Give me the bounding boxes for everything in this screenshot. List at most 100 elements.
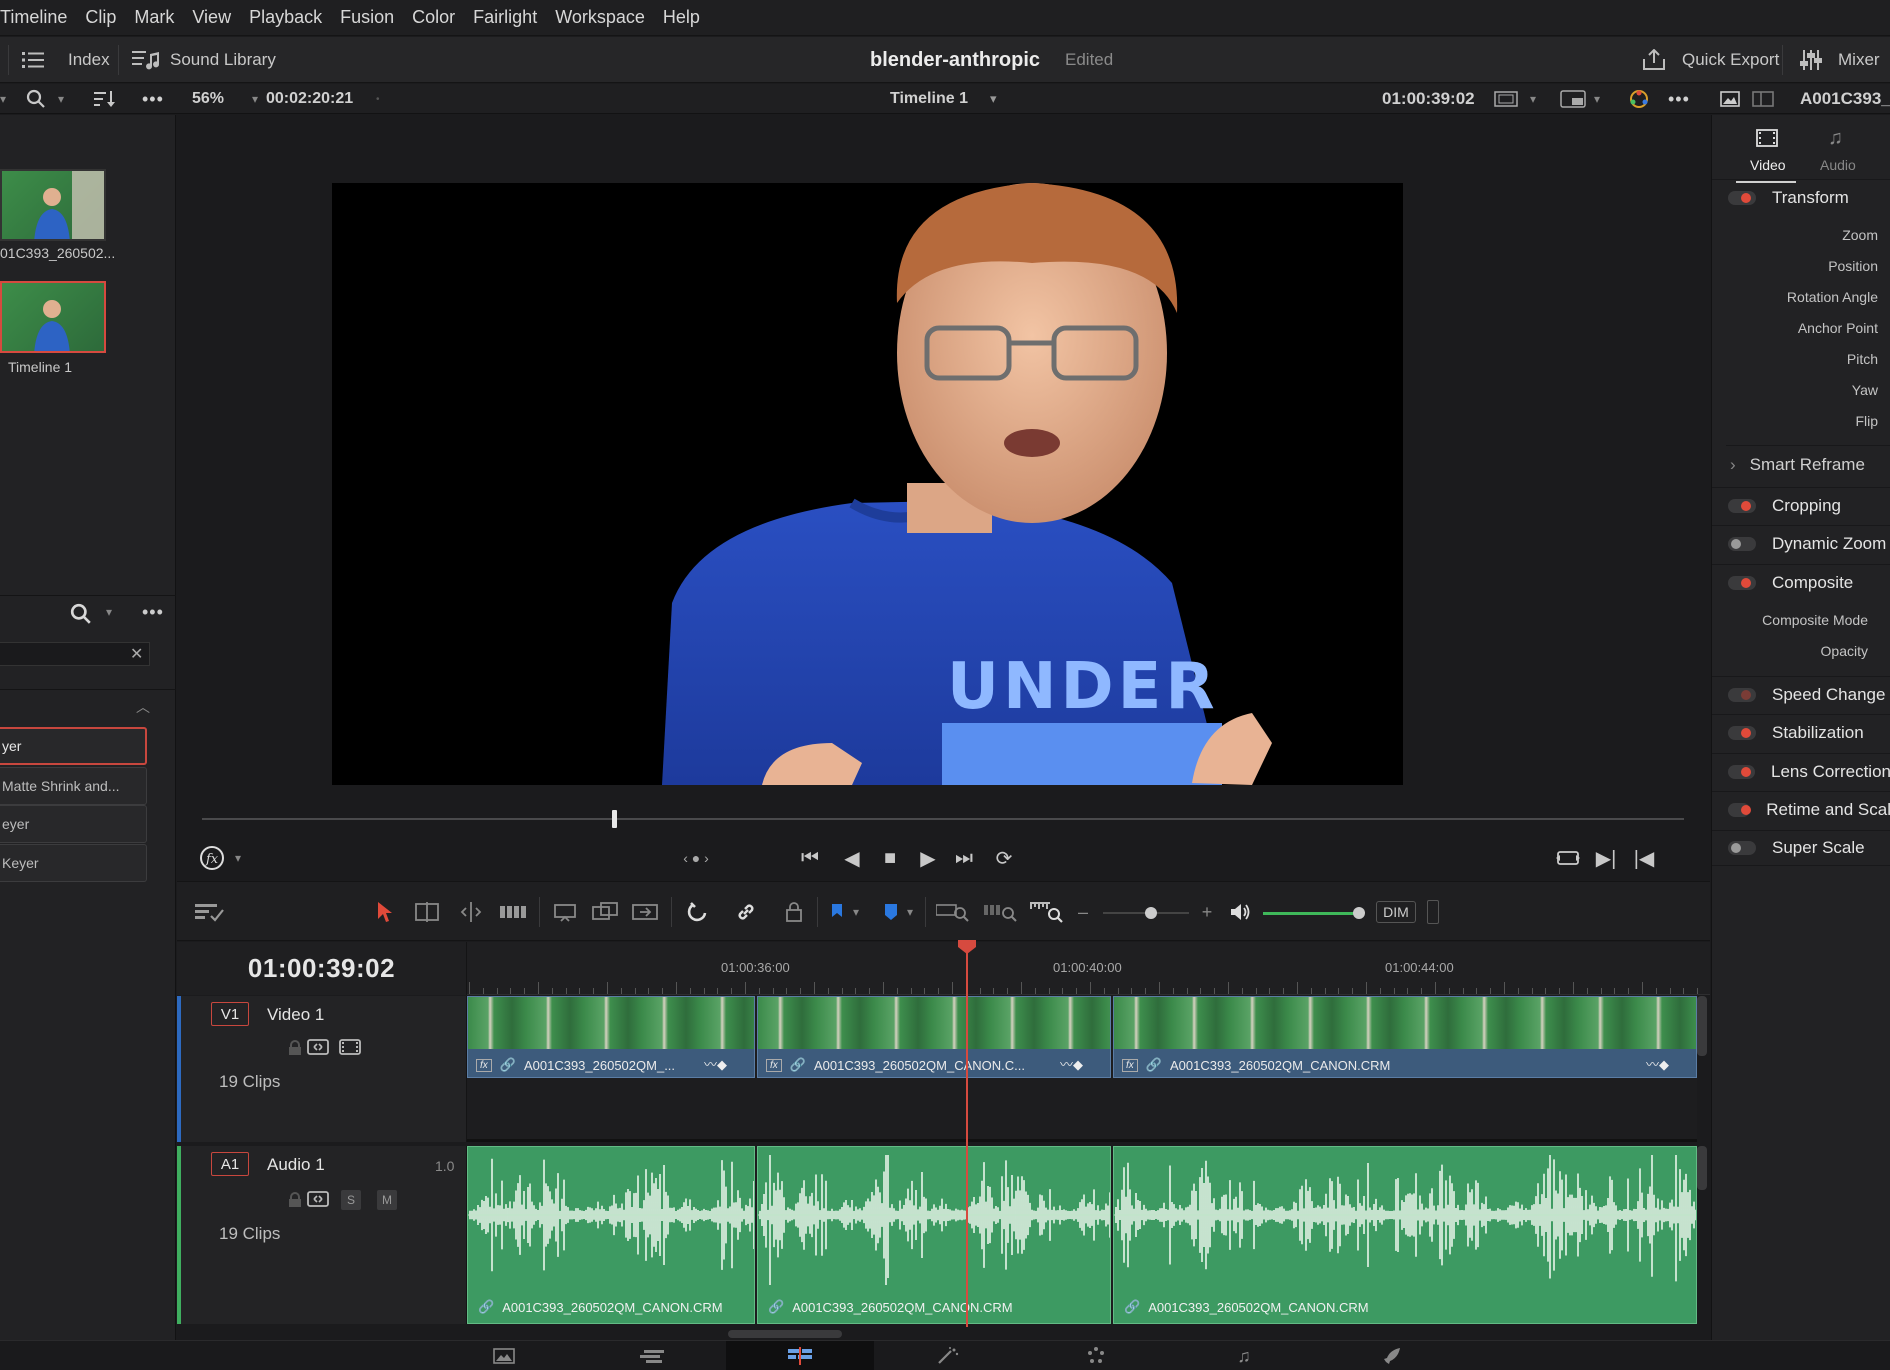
chevron-down-icon[interactable]: ▾ [106, 605, 112, 619]
video-clip[interactable]: fx 🔗 A001C393_260502QM_CANON.C... 〰◆ [757, 996, 1111, 1078]
audio-track-scrollbar[interactable] [1697, 1146, 1707, 1190]
zoom-detail-icon[interactable] [981, 882, 1021, 942]
chevron-down-icon[interactable]: ▾ [903, 882, 917, 942]
media-page-icon[interactable] [430, 1341, 578, 1370]
fx-icon[interactable]: fx [197, 835, 227, 881]
track-visibility-icon[interactable] [339, 1038, 363, 1056]
menu-mark[interactable]: Mark [125, 7, 183, 28]
prev-edit-icon[interactable]: |◀ [1629, 835, 1659, 881]
search-dropdown-icon[interactable]: ▾ [58, 84, 64, 114]
effects-search-icon[interactable] [70, 603, 92, 630]
color-page-icon[interactable] [1022, 1341, 1170, 1370]
dim-button[interactable]: DIM [1373, 882, 1419, 942]
track-name[interactable]: Audio 1 [267, 1155, 325, 1175]
track-name[interactable]: Video 1 [267, 1005, 324, 1025]
next-edit-icon[interactable]: ▶| [1591, 835, 1621, 881]
viewer-mode-icon[interactable] [1494, 84, 1518, 114]
inspector-section-speed-change[interactable]: Speed Change [1712, 676, 1890, 712]
audio-clip[interactable]: 🔗 A001C393_260502QM_CANON.CRM [467, 1146, 755, 1324]
inspector-section-lens-correction[interactable]: Lens Correction [1712, 753, 1890, 789]
blade-tool-icon[interactable] [495, 882, 531, 942]
keyframe-curve-icon[interactable]: 〰◆ [1060, 1054, 1083, 1073]
chevron-down-icon[interactable]: ▾ [231, 835, 245, 881]
timeline-view-options-icon[interactable] [193, 882, 227, 942]
zoom-full-icon[interactable] [933, 882, 973, 942]
audio-clip[interactable]: 🔗 A001C393_260502QM_CANON.CRM [1113, 1146, 1697, 1324]
dynamic-trim-icon[interactable] [453, 882, 489, 942]
section-toggle[interactable] [1728, 575, 1756, 590]
inspector-section-stabilization[interactable]: Stabilization [1712, 714, 1890, 750]
zoom-custom-icon[interactable] [1027, 882, 1067, 942]
menu-workspace[interactable]: Workspace [546, 7, 654, 28]
viewer-scrubber[interactable] [202, 818, 1684, 820]
menu-help[interactable]: Help [654, 7, 709, 28]
solo-button[interactable]: S [341, 1190, 361, 1210]
effects-search-input[interactable] [0, 642, 150, 666]
auto-select-icon[interactable] [307, 1190, 331, 1208]
index-button[interactable]: Index [22, 37, 110, 83]
media-thumbnail-timeline[interactable] [0, 281, 106, 353]
video-frame[interactable]: UNDER [332, 183, 1403, 785]
menu-view[interactable]: View [183, 7, 240, 28]
hd-output-icon[interactable] [1560, 84, 1586, 114]
effect-item[interactable]: yer [0, 727, 147, 765]
zoom-out-button[interactable]: – [1073, 882, 1093, 942]
section-toggle[interactable] [1728, 725, 1756, 740]
go-to-end-icon[interactable]: ⏭ [949, 835, 979, 881]
trim-tool-icon[interactable] [409, 882, 445, 942]
section-toggle[interactable] [1728, 687, 1756, 702]
snapping-icon[interactable] [683, 882, 713, 942]
menu-fairlight[interactable]: Fairlight [464, 7, 546, 28]
inspector-image-icon[interactable] [1720, 84, 1740, 114]
section-toggle[interactable] [1728, 536, 1756, 551]
inspector-section-composite[interactable]: Composite [1712, 564, 1890, 600]
edit-page-icon[interactable] [726, 1341, 874, 1370]
auto-select-icon[interactable] [307, 1038, 331, 1056]
inspector-section-super-scale[interactable]: Super Scale [1712, 830, 1890, 866]
overwrite-clip-icon[interactable] [587, 882, 623, 942]
inspector-section-transform[interactable]: Transform [1712, 179, 1890, 215]
insert-clip-icon[interactable] [547, 882, 583, 942]
scrubber-handle[interactable] [612, 810, 617, 828]
flag-icon[interactable] [827, 882, 847, 942]
video-track-lane[interactable]: fx 🔗 A001C393_260502QM_... 〰◆ fx 🔗 A001C… [467, 996, 1697, 1142]
marker-icon[interactable] [881, 882, 901, 942]
lock-icon[interactable] [287, 1040, 305, 1056]
keyframe-curve-icon[interactable]: 〰◆ [704, 1054, 727, 1073]
mute-button[interactable]: M [377, 1190, 397, 1210]
zoom-in-button[interactable]: + [1197, 882, 1217, 942]
reverse-play-icon[interactable]: ◀ [837, 835, 867, 881]
chevron-up-icon[interactable]: ︿ [136, 697, 150, 717]
section-toggle[interactable] [1728, 802, 1752, 817]
menu-playback[interactable]: Playback [240, 7, 331, 28]
section-toggle[interactable] [1728, 841, 1756, 855]
match-frame-icon[interactable] [1553, 835, 1583, 881]
quick-export-button[interactable]: Quick Export [1642, 37, 1779, 83]
track-badge[interactable]: V1 [211, 1002, 249, 1026]
media-thumbnail-clip[interactable] [0, 169, 106, 241]
fairlight-page-icon[interactable]: ♫ [1170, 1341, 1318, 1370]
inspector-split-icon[interactable] [1752, 84, 1774, 114]
section-toggle[interactable] [1728, 498, 1756, 513]
timeline-horizontal-scrollbar[interactable] [728, 1330, 842, 1338]
zoom-select[interactable]: 56% ▾ [192, 84, 258, 114]
inspector-section-cropping[interactable]: Cropping [1712, 487, 1890, 523]
inspector-section-retime[interactable]: Retime and Scal [1712, 791, 1890, 827]
deliver-page-icon[interactable] [1318, 1341, 1466, 1370]
timeline-playhead[interactable] [966, 942, 968, 1327]
effect-item[interactable]: eyer [0, 805, 147, 843]
inspector-section-dynamic-zoom[interactable]: Dynamic Zoom [1712, 525, 1890, 561]
clear-search-icon[interactable]: ✕ [130, 644, 143, 664]
timeline-ruler[interactable]: 01:00:36:00 01:00:40:00 01:00:44:00 [467, 942, 1710, 995]
fusion-page-icon[interactable] [874, 1341, 1022, 1370]
lock-icon[interactable] [287, 1192, 305, 1208]
track-badge[interactable]: A1 [211, 1152, 249, 1176]
zoom-slider-handle[interactable] [1145, 907, 1157, 919]
section-toggle[interactable] [1728, 764, 1755, 779]
volume-icon[interactable] [1227, 882, 1255, 942]
inspector-tab-video[interactable]: Video [1736, 121, 1796, 183]
mixer-button[interactable]: Mixer [1800, 37, 1880, 83]
menu-fusion[interactable]: Fusion [331, 7, 403, 28]
chevron-down-icon[interactable]: ▾ [849, 882, 863, 942]
video-clip[interactable]: fx 🔗 A001C393_260502QM_... 〰◆ [467, 996, 755, 1078]
